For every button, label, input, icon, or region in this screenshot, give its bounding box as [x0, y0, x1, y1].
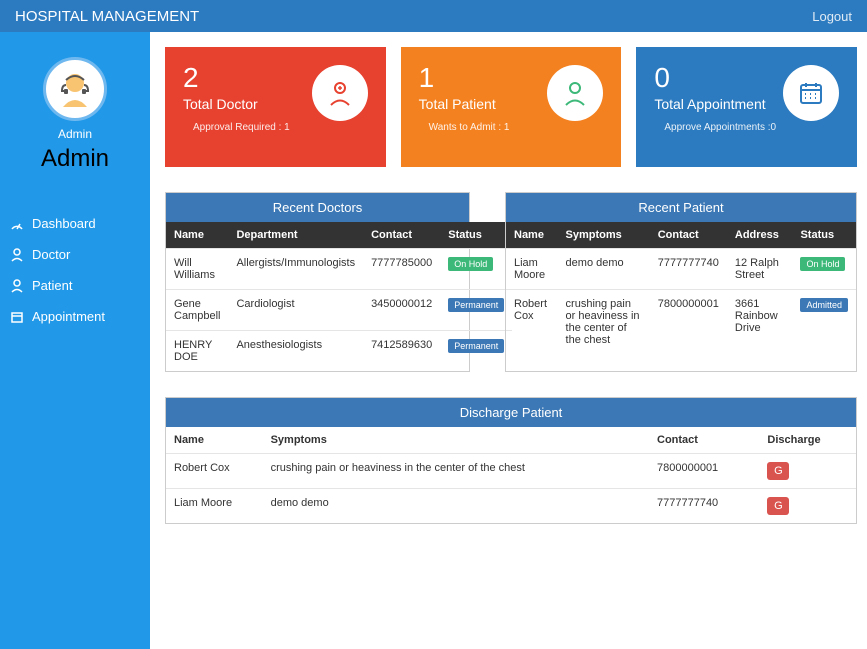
sidebar-item-dashboard[interactable]: Dashboard — [0, 208, 150, 239]
cell-name: Gene Campbell — [166, 290, 228, 331]
main-content: 2 Total Doctor Approval Required : 1 1 T… — [150, 32, 867, 649]
nav-label: Appointment — [32, 309, 105, 324]
table-row: Gene CampbellCardiologist3450000012 Perma… — [166, 290, 512, 331]
recent-doctors-panel: Recent Doctors Name Department Contact S… — [165, 192, 470, 372]
sidebar-item-doctor[interactable]: Doctor — [0, 239, 150, 270]
patient-card-icon — [547, 65, 603, 121]
nav-label: Dashboard — [32, 216, 96, 231]
table-row: Liam Mooredemo demo7777777740 G — [166, 489, 856, 524]
cell-contact: 7777777740 — [650, 249, 727, 290]
cell-address: 12 Ralph Street — [727, 249, 793, 290]
cell-symptoms: crushing pain or heaviness in the center… — [263, 454, 649, 489]
card-total-appointment[interactable]: 0 Total Appointment Approve Appointments… — [636, 47, 857, 167]
nav-label: Patient — [32, 278, 72, 293]
cell-name: Liam Moore — [506, 249, 558, 290]
status-badge: On Hold — [448, 257, 493, 271]
table-row: Robert Coxcrushing pain or heaviness in … — [506, 290, 856, 355]
cell-status: Permanent — [440, 290, 512, 331]
patient-icon — [10, 279, 24, 293]
col-discharge: Discharge — [759, 427, 856, 454]
cell-discharge: G — [759, 489, 856, 524]
recent-doctors-table: Name Department Contact Status Will Will… — [166, 222, 512, 371]
col-name: Name — [506, 222, 558, 249]
doctor-icon — [10, 248, 24, 262]
col-address: Address — [727, 222, 793, 249]
status-badge: Permanent — [448, 298, 504, 312]
nav-label: Doctor — [32, 247, 70, 262]
col-contact: Contact — [650, 222, 727, 249]
table-row: Will WilliamsAllergists/Immunologists777… — [166, 249, 512, 290]
cell-symptoms: demo demo — [263, 489, 649, 524]
card-total-patient[interactable]: 1 Total Patient Wants to Admit : 1 — [401, 47, 622, 167]
table-row: HENRY DOEAnesthesiologists7412589630 Perm… — [166, 331, 512, 372]
cell-dept: Anesthesiologists — [228, 331, 363, 372]
sidebar-item-patient[interactable]: Patient — [0, 270, 150, 301]
cell-dept: Allergists/Immunologists — [228, 249, 363, 290]
cell-contact: 3450000012 — [363, 290, 440, 331]
card-subtext: Approve Appointments :0 — [654, 122, 839, 133]
cell-contact: 7777785000 — [363, 249, 440, 290]
cell-contact: 7412589630 — [363, 331, 440, 372]
cell-status: Admitted — [792, 290, 856, 355]
discharge-panel: Discharge Patient Name Symptoms Contact … — [165, 397, 857, 524]
recent-patients-panel: Recent Patient Name Symptoms Contact Add… — [505, 192, 857, 372]
col-dept: Department — [228, 222, 363, 249]
panel-title: Recent Doctors — [166, 193, 469, 222]
cell-contact: 7800000001 — [649, 454, 759, 489]
cell-contact: 7800000001 — [650, 290, 727, 355]
discharge-table: Name Symptoms Contact Discharge Robert C… — [166, 427, 856, 523]
cell-name: HENRY DOE — [166, 331, 228, 372]
cell-name: Liam Moore — [166, 489, 263, 524]
sidebar-item-appointment[interactable]: Appointment — [0, 301, 150, 332]
cell-status: On Hold — [440, 249, 512, 290]
col-contact: Contact — [649, 427, 759, 454]
dashboard-icon — [10, 217, 24, 231]
card-subtext: Approval Required : 1 — [183, 122, 368, 133]
discharge-button[interactable]: G — [767, 462, 789, 480]
cell-name: Will Williams — [166, 249, 228, 290]
status-badge: Permanent — [448, 339, 504, 353]
col-contact: Contact — [363, 222, 440, 249]
cell-address: 3661 Rainbow Drive — [727, 290, 793, 355]
cell-contact: 7777777740 — [649, 489, 759, 524]
top-bar: HOSPITAL MANAGEMENT Logout — [0, 0, 867, 32]
col-status: Status — [792, 222, 856, 249]
doctor-card-icon — [312, 65, 368, 121]
col-name: Name — [166, 427, 263, 454]
table-row: Robert Coxcrushing pain or heaviness in … — [166, 454, 856, 489]
cell-dept: Cardiologist — [228, 290, 363, 331]
col-name: Name — [166, 222, 228, 249]
calendar-icon — [10, 310, 24, 324]
col-status: Status — [440, 222, 512, 249]
cell-status: Permanent — [440, 331, 512, 372]
cell-name: Robert Cox — [166, 454, 263, 489]
panel-title: Discharge Patient — [166, 398, 856, 427]
appointment-card-icon — [783, 65, 839, 121]
app-title: HOSPITAL MANAGEMENT — [15, 8, 199, 25]
cell-status: On Hold — [792, 249, 856, 290]
cell-symptoms: crushing pain or heaviness in the center… — [558, 290, 650, 355]
user-role: Admin — [0, 127, 150, 141]
avatar — [43, 57, 107, 121]
recent-patients-table: Name Symptoms Contact Address Status Lia… — [506, 222, 856, 354]
card-subtext: Wants to Admit : 1 — [419, 122, 604, 133]
discharge-button[interactable]: G — [767, 497, 789, 515]
panel-title: Recent Patient — [506, 193, 856, 222]
cell-symptoms: demo demo — [558, 249, 650, 290]
status-badge: On Hold — [800, 257, 845, 271]
cell-name: Robert Cox — [506, 290, 558, 355]
logout-link[interactable]: Logout — [812, 9, 852, 24]
table-row: Liam Mooredemo demo777777774012 Ralph St… — [506, 249, 856, 290]
col-symptoms: Symptoms — [558, 222, 650, 249]
cell-discharge: G — [759, 454, 856, 489]
user-name: Admin — [0, 145, 150, 173]
card-total-doctor[interactable]: 2 Total Doctor Approval Required : 1 — [165, 47, 386, 167]
col-symptoms: Symptoms — [263, 427, 649, 454]
status-badge: Admitted — [800, 298, 848, 312]
sidebar: Admin Admin Dashboard Doctor Patient App… — [0, 32, 150, 649]
